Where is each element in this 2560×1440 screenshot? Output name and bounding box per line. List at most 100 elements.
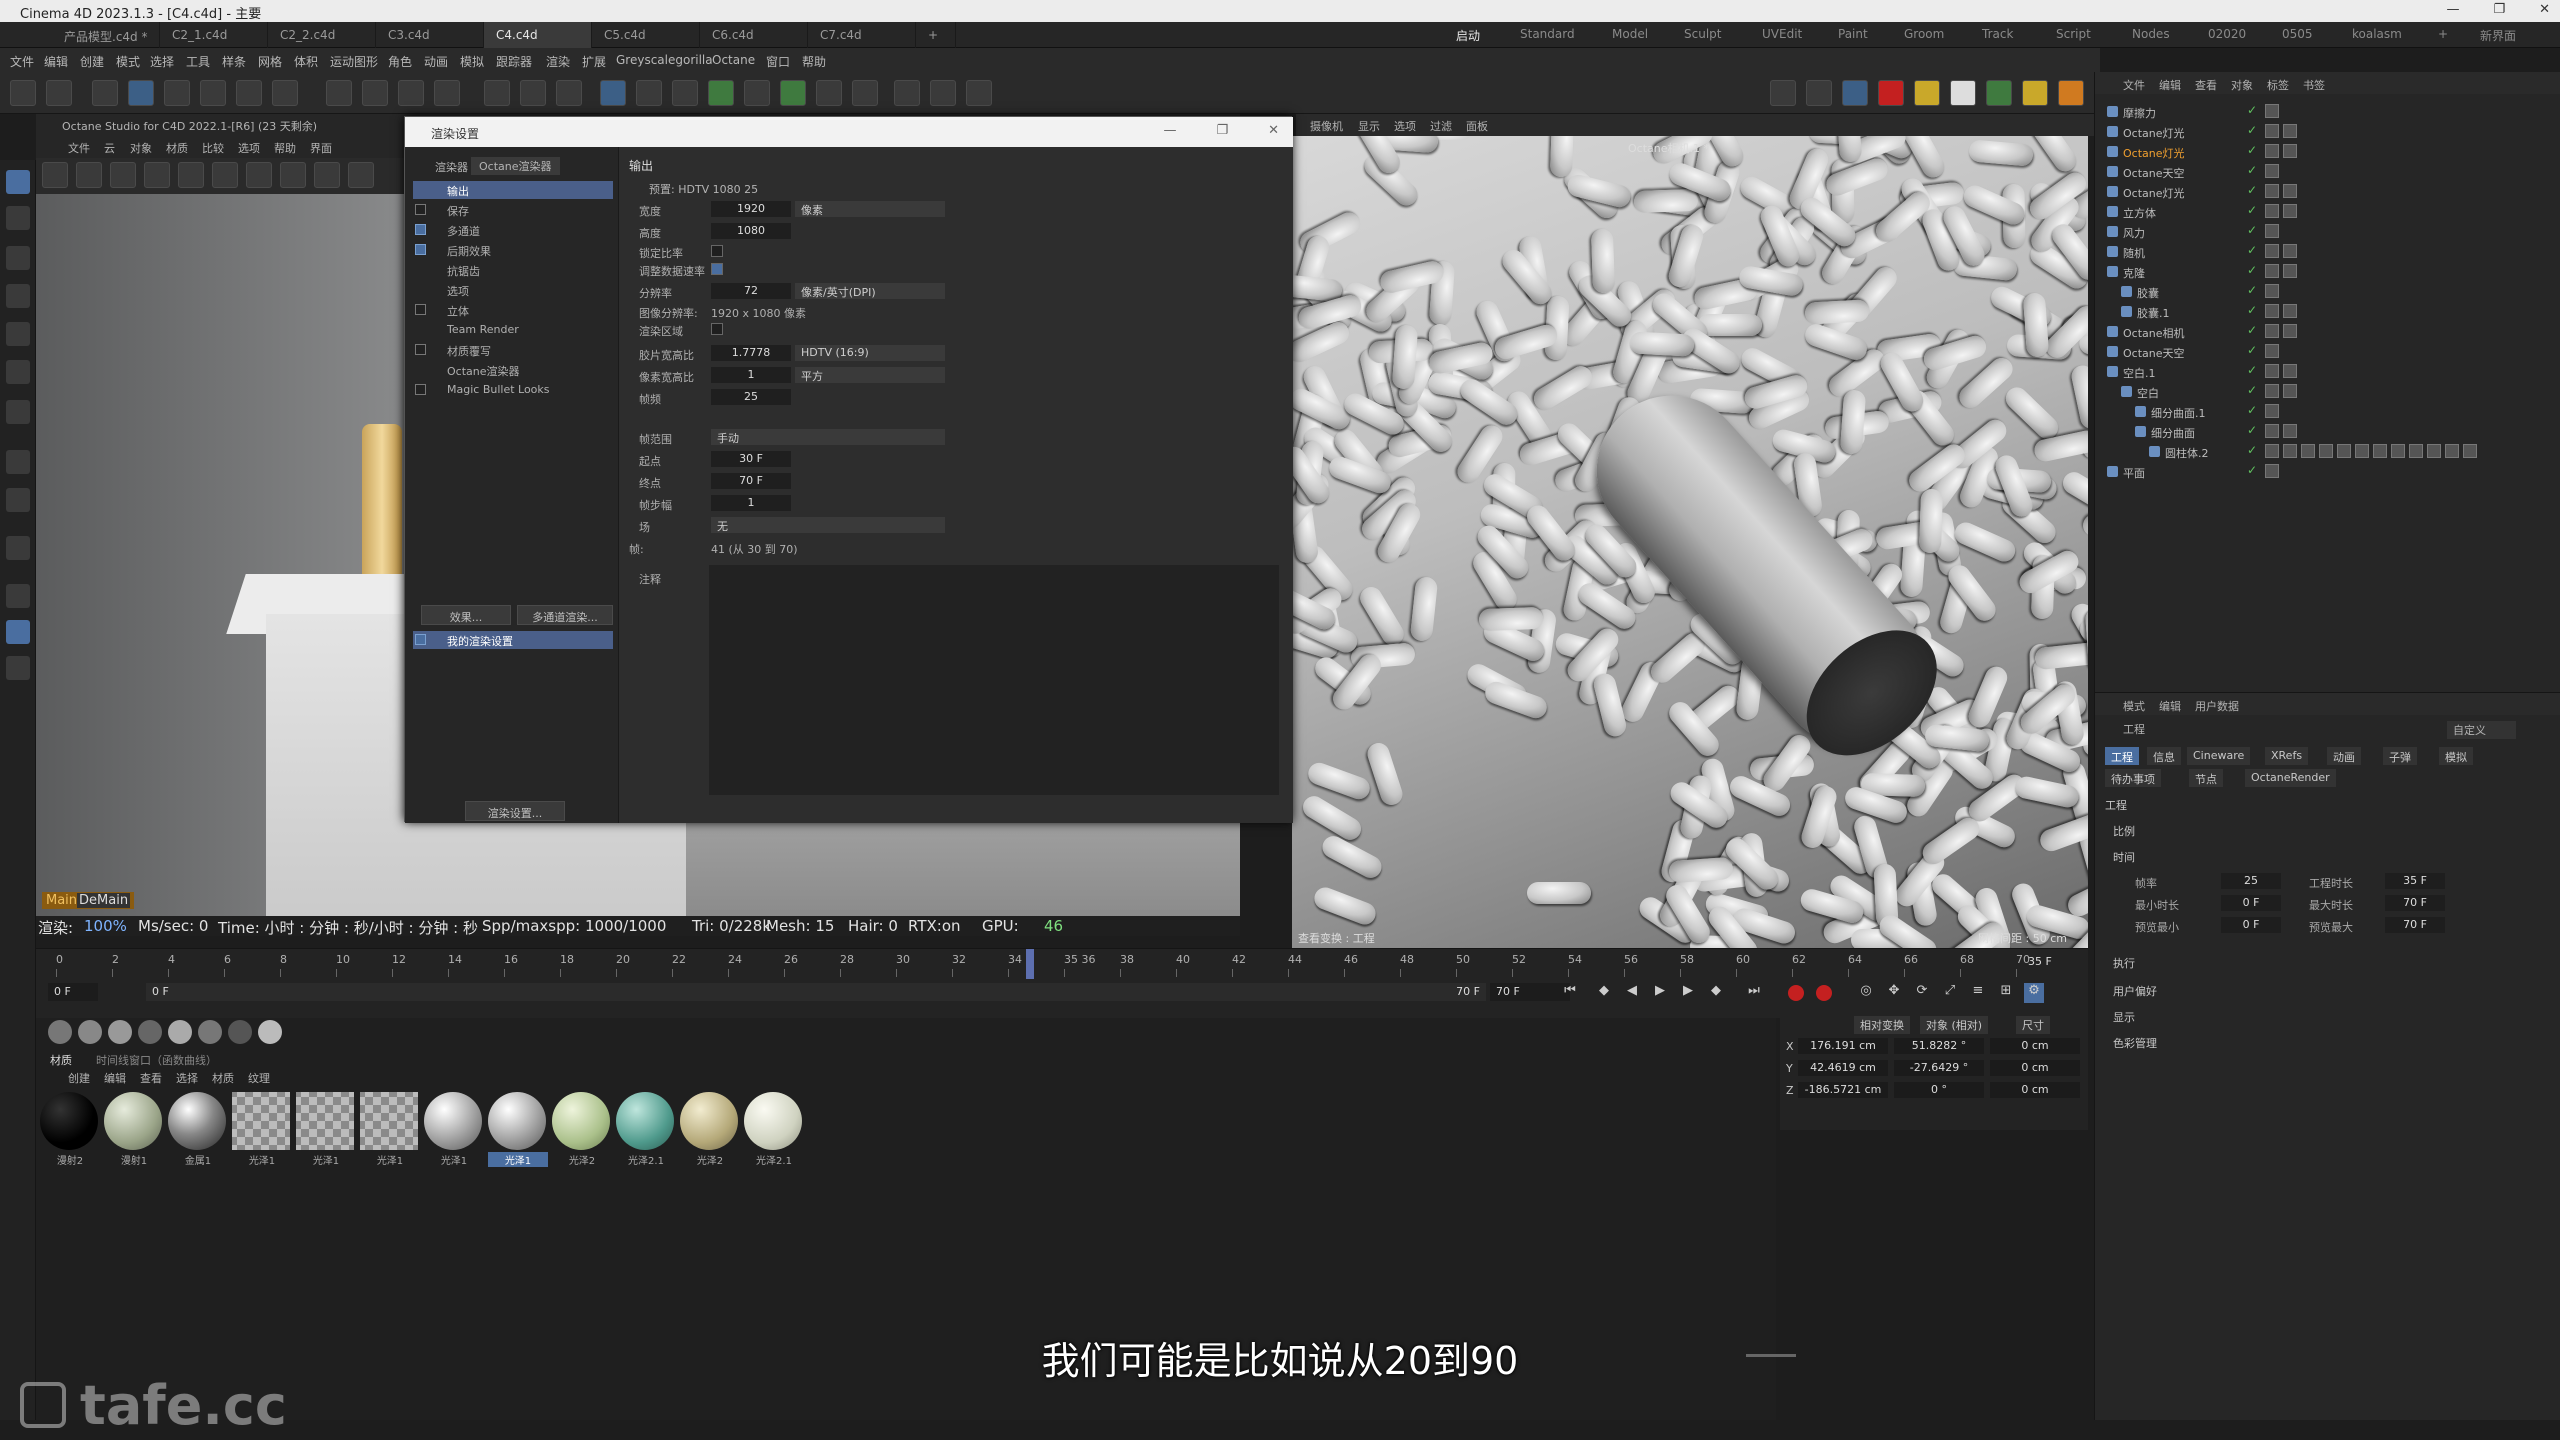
doc-tab[interactable]: C5.c4d [592,22,700,48]
material-swatch[interactable]: 光泽1 [360,1092,420,1167]
octane-restart-icon[interactable] [76,162,102,188]
x-axis-icon[interactable] [326,80,352,106]
mat-menu-item[interactable]: 选择 [176,1070,198,1086]
notes-textarea[interactable] [709,565,1279,795]
object-tags[interactable] [2265,164,2279,178]
fps-field[interactable]: 25 [711,389,791,405]
dialog-nav-item[interactable]: 立体 [413,301,613,319]
object-tags[interactable] [2265,344,2279,358]
menu-item[interactable]: 体积 [294,53,318,70]
octane-send-icon[interactable] [42,162,68,188]
material-ball-icon[interactable] [228,1020,252,1044]
autokey-button[interactable] [1816,985,1832,1001]
height-field[interactable]: 1080 [711,223,791,239]
dialog-nav-item[interactable]: 保存 [413,201,613,219]
coord-space-dropdown[interactable]: 对象 (相对) [1920,1016,1989,1034]
material-ball-icon[interactable] [198,1020,222,1044]
object-row[interactable]: Octane灯光 ✓ [2095,122,2560,142]
next-key-button[interactable]: ◆ [1706,983,1726,1003]
doc-tab-active[interactable]: C4.c4d [484,22,592,48]
timeline[interactable]: 0 2 4 6 8 10 12 14 16 18 20 22 24 26 28 30 32 34 35 36 38 40… [36,948,2088,1018]
layout-tab[interactable]: Track [1982,27,2013,41]
render-region-checkbox[interactable] [711,323,723,335]
am-tab[interactable]: 模拟 [2439,747,2473,765]
param-key-icon[interactable]: ≡ [1968,983,1988,1003]
render-settings-button[interactable]: 渲染设置... [465,801,565,821]
menu-item[interactable]: 模拟 [460,53,484,70]
mat-menu-item[interactable]: 纹理 [248,1070,270,1086]
octane-menu-item[interactable]: 比较 [202,140,224,156]
object-row[interactable]: Octane灯光 ✓ [2095,182,2560,202]
z-rotation-field[interactable]: 0 ° [1894,1082,1984,1098]
octane-live-icon[interactable] [1770,80,1796,106]
menu-item[interactable]: 窗口 [766,53,790,70]
redo-icon[interactable] [46,80,72,106]
visibility-check-icon[interactable]: ✓ [2247,343,2257,357]
undo-icon[interactable] [10,80,36,106]
material-swatch[interactable]: 光泽1 [232,1092,292,1167]
layout-tab[interactable]: 0505 [2282,27,2313,41]
material-swatch[interactable]: 光泽1 [296,1092,356,1167]
object-row[interactable]: 立方体 ✓ [2095,202,2560,222]
object-tags[interactable] [2265,304,2297,318]
octane-pause-icon[interactable] [110,162,136,188]
layout-tab[interactable]: UVEdit [1762,27,1802,41]
visibility-check-icon[interactable]: ✓ [2247,163,2257,177]
visibility-check-icon[interactable]: ✓ [2247,203,2257,217]
multipass-button[interactable]: 多通道渲染... [517,605,613,625]
deformer-icon[interactable] [780,80,806,106]
layout-tab[interactable]: Groom [1904,27,1944,41]
z-size-field[interactable]: 0 cm [1990,1082,2080,1098]
dialog-nav-item[interactable]: Team Render [413,321,613,339]
film-aspect-field[interactable]: 1.7778 [711,345,791,361]
object-row[interactable]: 细分曲面 ✓ [2095,422,2560,442]
object-row[interactable]: 圆柱体.2 ✓ [2095,442,2560,462]
layout-tab[interactable]: Sculpt [1684,27,1721,41]
snap-icon[interactable] [6,450,30,474]
material-swatch[interactable]: 光泽1 [488,1092,548,1167]
menu-item[interactable]: 工具 [186,53,210,70]
play-button[interactable]: ▶ [1650,983,1670,1003]
coordinate-system-icon[interactable] [434,80,460,106]
layout-tab[interactable]: 启动 [1456,27,1480,44]
adjust-data-checkbox[interactable] [711,263,723,275]
octane-menu-item[interactable]: 文件 [68,140,90,156]
am-length-field[interactable]: 35 F [2385,873,2445,889]
layout-tab[interactable]: Script [2056,27,2091,41]
layout-tab[interactable]: 新界面 [2480,27,2516,44]
octane-light-icon[interactable] [1914,80,1940,106]
goto-start-button[interactable]: ⏮ [1560,983,1580,1003]
dialog-nav-item[interactable]: 抗锯齿 [413,261,613,279]
next-frame-button[interactable]: ▶ [1678,983,1698,1003]
new-tab-button[interactable]: + [916,22,956,48]
pla-key-icon[interactable]: ⊞ [1996,983,2016,1003]
layout-tab[interactable]: Standard [1520,27,1575,41]
transform-tool-icon[interactable] [236,80,262,106]
object-tags[interactable] [2265,284,2279,298]
menu-item[interactable]: 帮助 [802,53,826,70]
dialog-nav-item[interactable]: 输出 [413,181,613,199]
object-row[interactable]: 摩擦力 ✓ [2095,102,2560,122]
visibility-check-icon[interactable]: ✓ [2247,363,2257,377]
unit-dropdown[interactable]: 像素 [795,201,945,217]
render-settings-icon[interactable] [556,80,582,106]
object-tags[interactable] [2265,444,2477,458]
step-field[interactable]: 1 [711,495,791,511]
material-swatch[interactable]: 光泽2.1 [744,1092,804,1167]
nav-checkbox[interactable] [415,304,426,315]
x-rotation-field[interactable]: 51.8282 ° [1894,1038,1984,1054]
timeline-playhead[interactable] [1026,949,1034,979]
dialog-maximize-button[interactable]: ❐ [1216,123,1228,138]
viewport-menu-item[interactable]: 显示 [1358,118,1380,134]
3d-viewport[interactable]: Octane相机.1 * 查看变换 : 工程 网格间距 : 50 cm [1292,136,2088,948]
material-swatch[interactable]: 光泽1 [424,1092,484,1167]
octane-sphere-icon[interactable] [246,162,272,188]
record-button[interactable] [1788,985,1804,1001]
start-field[interactable]: 30 F [711,451,791,467]
om-menu-item[interactable]: 标签 [2267,77,2289,93]
am-tab[interactable]: 待办事项 [2105,769,2161,787]
visibility-check-icon[interactable]: ✓ [2247,463,2257,477]
end-field[interactable]: 70 F [711,473,791,489]
grid-snap-icon[interactable] [6,584,30,608]
points-mode-icon[interactable] [6,206,30,230]
